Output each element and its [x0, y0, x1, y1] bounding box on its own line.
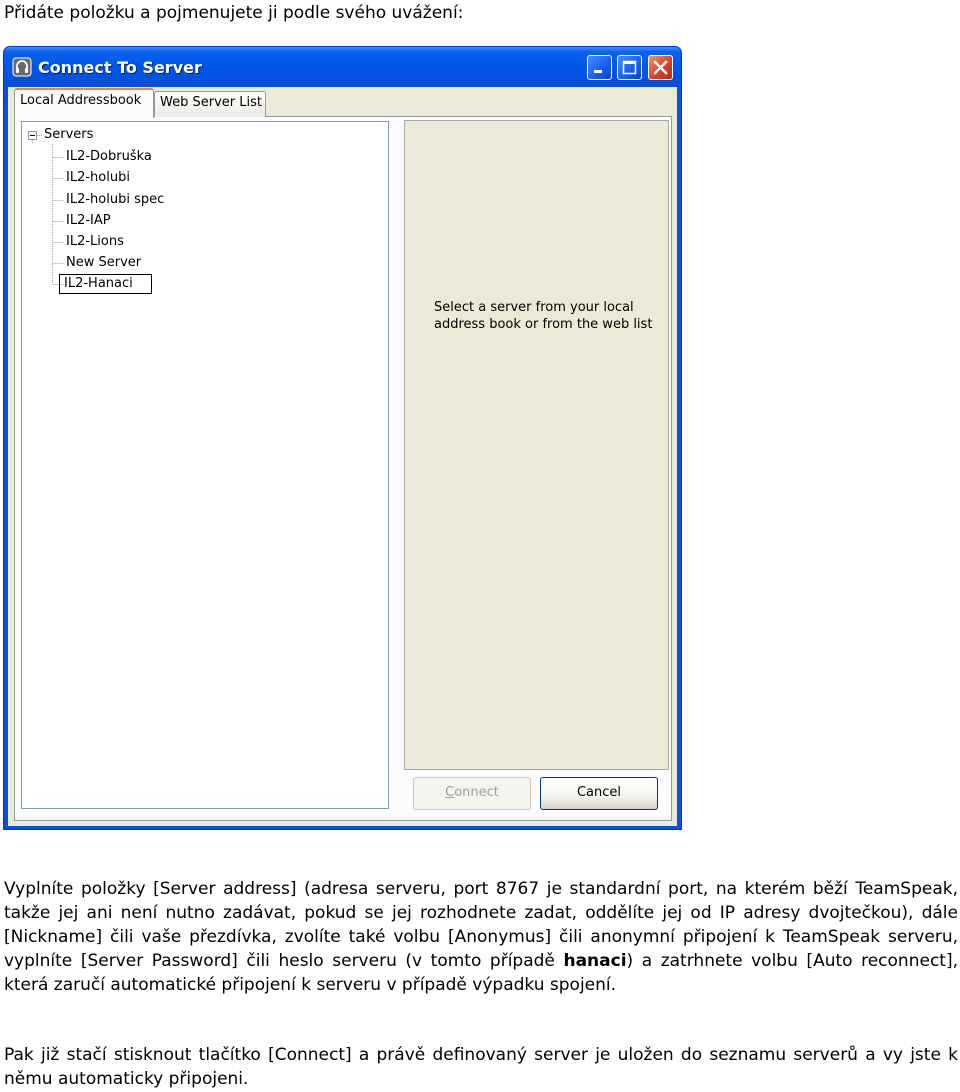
- tab-local-addressbook[interactable]: Local Addressbook: [14, 88, 154, 118]
- minimize-icon: [594, 70, 602, 73]
- minimize-button[interactable]: [587, 55, 612, 80]
- server-info-panel: Select a server from your local address …: [404, 120, 669, 770]
- tree-item[interactable]: IL2-Dobruška: [64, 149, 154, 165]
- close-button[interactable]: [648, 55, 673, 80]
- server-tree[interactable]: Servers IL2-Dobruška IL2-holubi IL2-holu…: [21, 121, 389, 809]
- tree-item-selected[interactable]: IL2-Hanaci: [59, 274, 152, 294]
- headset-icon: [12, 57, 32, 77]
- collapse-toggle-icon[interactable]: [28, 131, 37, 140]
- cancel-button[interactable]: Cancel: [540, 777, 658, 810]
- info-hint-text: Select a server from your local address …: [434, 300, 653, 332]
- connect-label-rest: onnect: [454, 785, 499, 800]
- para1-bold: hanaci: [563, 951, 627, 971]
- tree-item[interactable]: IL2-holubi spec: [64, 192, 166, 208]
- window-client-area: Local Addressbook Web Server List Server…: [8, 87, 677, 826]
- tree-item[interactable]: IL2-IAP: [64, 213, 113, 229]
- tree-root-servers[interactable]: Servers: [42, 127, 95, 143]
- connect-accel-letter: C: [445, 785, 455, 800]
- instructions-paragraph-2: Pak již stačí stisknout tlačítko [Connec…: [4, 1045, 958, 1089]
- tree-item[interactable]: IL2-Lions: [64, 234, 126, 250]
- tab-panel: Servers IL2-Dobruška IL2-holubi IL2-holu…: [14, 116, 672, 821]
- tree-item[interactable]: New Server: [64, 255, 143, 271]
- intro-text: Přidáte položku a pojmenujete ji podle s…: [4, 3, 464, 23]
- close-icon: [653, 60, 668, 75]
- instructions-paragraph-1: Vyplníte položky [Server address] (adres…: [4, 877, 958, 997]
- maximize-icon: [622, 60, 637, 75]
- window-title: Connect To Server: [38, 58, 202, 77]
- maximize-button[interactable]: [617, 55, 642, 80]
- connect-button[interactable]: Connect: [413, 777, 531, 810]
- tree-item[interactable]: IL2-holubi: [64, 170, 132, 186]
- connect-to-server-window: Connect To Server Local Addressbook Web …: [3, 46, 682, 830]
- title-bar[interactable]: Connect To Server: [4, 47, 681, 87]
- tab-web-server-list[interactable]: Web Server List: [154, 91, 266, 117]
